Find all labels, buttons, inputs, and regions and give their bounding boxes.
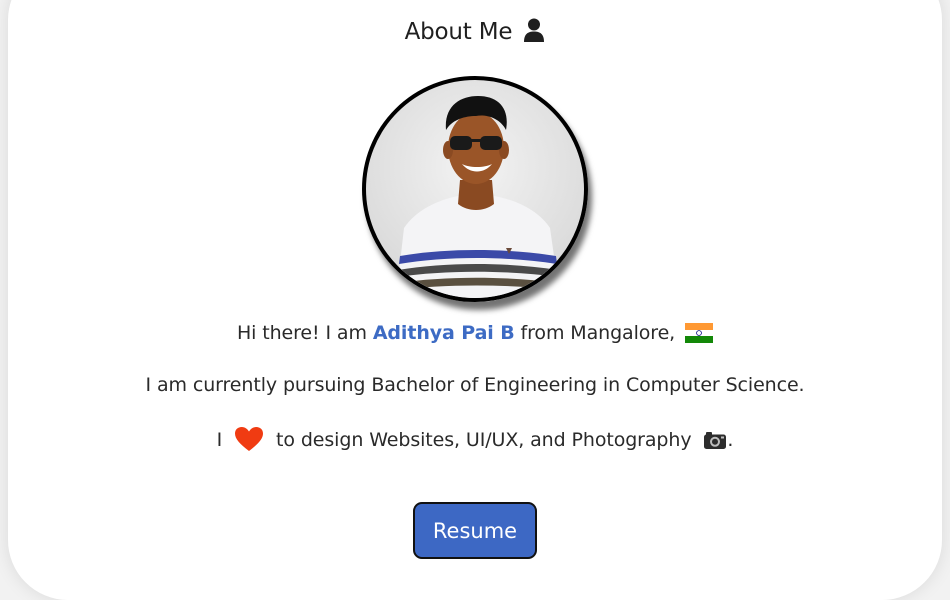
love-prefix: I: [216, 429, 229, 451]
profile-photo: [362, 76, 588, 302]
intro-line: Hi there! I am Adithya Pai B from Mangal…: [0, 322, 950, 348]
user-icon: [523, 18, 545, 48]
interests-text: to design Websites, UI/UX, and Photograp…: [270, 429, 698, 451]
education-text: I am currently pursuing Bachelor of Engi…: [145, 374, 805, 396]
author-name: Adithya Pai B: [372, 322, 515, 344]
education-line: I am currently pursuing Bachelor of Engi…: [0, 374, 950, 396]
greeting-prefix: Hi there! I am: [236, 322, 373, 344]
interests-suffix: .: [727, 429, 734, 451]
greeting-suffix: from Mangalore,: [514, 322, 682, 344]
camera-icon: [703, 431, 727, 455]
heart-icon: [234, 426, 264, 457]
interests-line: I to design Websites, UI/UX, and Photogr…: [0, 426, 950, 457]
india-flag-icon: [685, 323, 714, 348]
resume-button[interactable]: Resume: [413, 502, 537, 559]
section-title: About Me: [404, 19, 513, 45]
section-heading: About Me: [0, 18, 950, 48]
